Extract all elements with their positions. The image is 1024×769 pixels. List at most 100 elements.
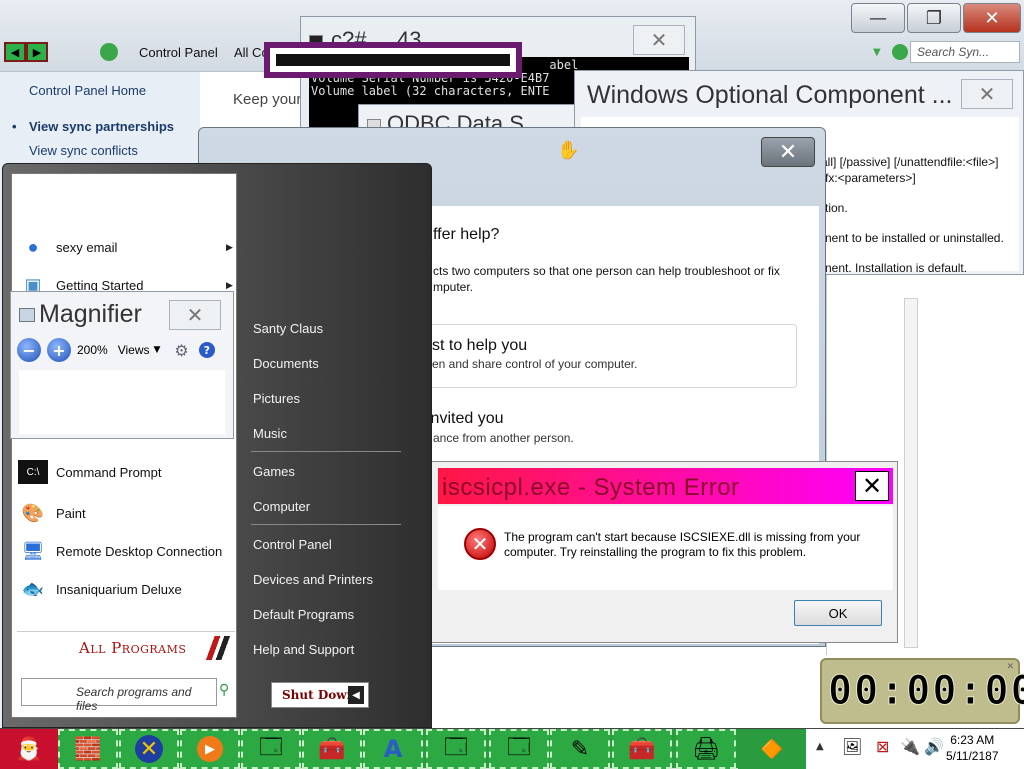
taskbar-media-player-icon[interactable]: ▶	[180, 729, 240, 769]
separator	[251, 451, 401, 452]
option-title[interactable]: invited you	[427, 410, 504, 428]
redacted-address-bar	[264, 42, 522, 78]
shutdown-options-arrow-icon[interactable]: ◀	[348, 686, 364, 704]
start-search-input[interactable]: Search programs and files	[21, 678, 217, 713]
shutdown-button[interactable]: Shut Down ◀	[271, 682, 369, 708]
error-message: The program can't start because ISCSIEXE…	[504, 530, 861, 559]
taskbar-window-icon[interactable]: 🗔	[489, 729, 549, 769]
magnifier-window[interactable]: Magnifier ✕ − + 200% Views ▼ ⚙ ?	[10, 291, 234, 439]
start-right-documents[interactable]: Documents	[253, 356, 319, 371]
taskbar-app-x-icon[interactable]: ✕	[119, 729, 179, 769]
start-right-pictures[interactable]: Pictures	[253, 391, 300, 406]
clock-date: 5/11/2187	[946, 749, 999, 763]
taskbar-window-icon[interactable]: 🗔	[241, 729, 301, 769]
start-item-sexy-email[interactable]: ● sexy email ▶	[18, 232, 233, 262]
refresh-icon[interactable]	[892, 44, 908, 60]
start-right-santy-claus[interactable]: Santy Claus	[253, 321, 323, 336]
power-icon[interactable]: 🔌	[900, 737, 920, 756]
taskbar-font-icon[interactable]: A	[363, 729, 423, 769]
taskbar-app-brick-icon[interactable]: 🧱	[58, 729, 118, 769]
tray-overflow-icon[interactable]: ▲	[816, 741, 824, 752]
timer-widget[interactable]: 00:00:00 ✕	[820, 658, 1024, 724]
question-heading: ffer help?	[433, 226, 500, 243]
taskbar-printer-icon[interactable]: 🖨	[676, 729, 736, 769]
submenu-arrow-icon: ▶	[226, 279, 233, 290]
breadcrumb-control-panel[interactable]: Control Panel	[139, 45, 218, 60]
nav-arrows: ◀ ▶	[4, 42, 48, 62]
help-line: fx:<parameters>]	[825, 171, 916, 185]
page-heading: Keep your	[233, 91, 302, 108]
dialog-title: iscsicpl.exe - System Error	[442, 474, 740, 501]
dropdown-arrow-icon[interactable]: ▼	[873, 47, 881, 58]
start-right-music[interactable]: Music	[253, 426, 287, 441]
error-icon: ✕	[464, 528, 496, 560]
search-icon[interactable]: ⚲	[219, 682, 229, 698]
taskbar-pen-icon[interactable]: ✎	[550, 729, 610, 769]
all-programs-button[interactable]: All Programs	[17, 631, 235, 663]
zoom-in-button[interactable]: +	[47, 338, 71, 362]
start-item-command-prompt[interactable]: C:\ Command Prompt	[18, 460, 161, 484]
tray-app-icon[interactable]: 🖼	[842, 737, 862, 756]
network-icon[interactable]: ⊠	[876, 737, 889, 756]
close-button[interactable]: ✕	[961, 79, 1013, 109]
views-dropdown[interactable]: Views	[118, 343, 150, 357]
sidebar-link-home[interactable]: Control Panel Home	[29, 83, 146, 98]
start-right-control-panel[interactable]: Control Panel	[253, 537, 332, 552]
sidebar-link-sync-conflicts[interactable]: View sync conflicts	[29, 143, 138, 158]
ok-button[interactable]: OK	[794, 600, 882, 626]
clock-time: 6:23 AM	[950, 733, 995, 747]
window-title: Windows Optional Component ...	[587, 81, 953, 109]
remote-desktop-icon: 🖥	[21, 540, 45, 561]
start-item-insaniquarium[interactable]: 🐟 Insaniquarium Deluxe	[18, 574, 182, 604]
close-button[interactable]: ✕	[761, 137, 815, 167]
redaction-fill	[276, 54, 510, 66]
close-button[interactable]: ✕	[963, 3, 1021, 33]
invite-option[interactable]: st to help you en and share control of y…	[413, 324, 797, 388]
sidebar-link-label: View sync partnerships	[29, 119, 174, 134]
close-button[interactable]: ✕	[633, 25, 685, 55]
all-programs-stripes	[203, 636, 233, 660]
option-description: en and share control of your computer.	[432, 357, 638, 371]
option-title: st to help you	[432, 337, 528, 354]
magnifier-icon	[19, 308, 35, 322]
search-input[interactable]: Search Syn...	[910, 41, 1020, 63]
close-button[interactable]: ✕	[169, 300, 221, 330]
start-button[interactable]: 🎅	[0, 729, 58, 769]
volume-icon[interactable]: 🔊	[924, 737, 944, 756]
close-icon[interactable]: ✕	[1006, 662, 1014, 672]
start-item-paint[interactable]: 🎨 Paint	[18, 498, 86, 528]
taskbar-clock[interactable]: 6:23 AM 5/11/2187	[946, 732, 999, 764]
window-title: Magnifier	[39, 300, 142, 328]
minimize-button[interactable]: —	[851, 3, 905, 33]
start-right-devices-printers[interactable]: Devices and Printers	[253, 572, 373, 587]
dialog-content: ✕ The program can't start because ISCSIE…	[438, 506, 893, 590]
bullet-icon: •	[12, 119, 17, 134]
zoom-out-button[interactable]: −	[17, 338, 41, 362]
start-right-default-programs[interactable]: Default Programs	[253, 607, 354, 622]
gear-icon[interactable]: ⚙	[174, 341, 188, 360]
start-item-remote-desktop[interactable]: 🖥 Remote Desktop Connection	[18, 536, 223, 566]
mail-icon: ●	[27, 236, 39, 257]
taskbar-window-icon[interactable]: 🗔	[426, 729, 486, 769]
help-icon[interactable]: ?	[198, 342, 215, 358]
help-line: nent. Installation is default.	[825, 261, 968, 275]
window-controls: — ❐ ✕	[849, 3, 1021, 33]
system-error-dialog[interactable]: iscsicpl.exe - System Error ✕ ✕ The prog…	[431, 461, 898, 643]
forward-button[interactable]: ▶	[26, 42, 48, 62]
taskbar-app-icon[interactable]: 🔶	[738, 729, 806, 769]
back-button[interactable]: ◀	[4, 42, 26, 62]
taskbar-toolbox-icon[interactable]: 🧰	[302, 729, 362, 769]
start-right-games[interactable]: Games	[253, 464, 295, 479]
scrollbar[interactable]	[904, 298, 918, 648]
chevron-down-icon: ▼	[153, 345, 161, 355]
help-line: nent to be installed or uninstalled.	[825, 231, 1004, 245]
shutdown-label: Shut Down	[282, 688, 356, 702]
start-right-help-support[interactable]: Help and Support	[253, 642, 354, 657]
option-description: ance from another person.	[433, 431, 574, 445]
maximize-button[interactable]: ❐	[907, 3, 961, 33]
sidebar-link-sync-partnerships[interactable]: • View sync partnerships	[12, 119, 174, 134]
description-line: cts two computers so that one person can…	[433, 264, 780, 278]
close-button[interactable]: ✕	[855, 471, 889, 501]
start-right-computer[interactable]: Computer	[253, 499, 310, 514]
taskbar-toolbox-icon[interactable]: 🧰	[612, 729, 672, 769]
